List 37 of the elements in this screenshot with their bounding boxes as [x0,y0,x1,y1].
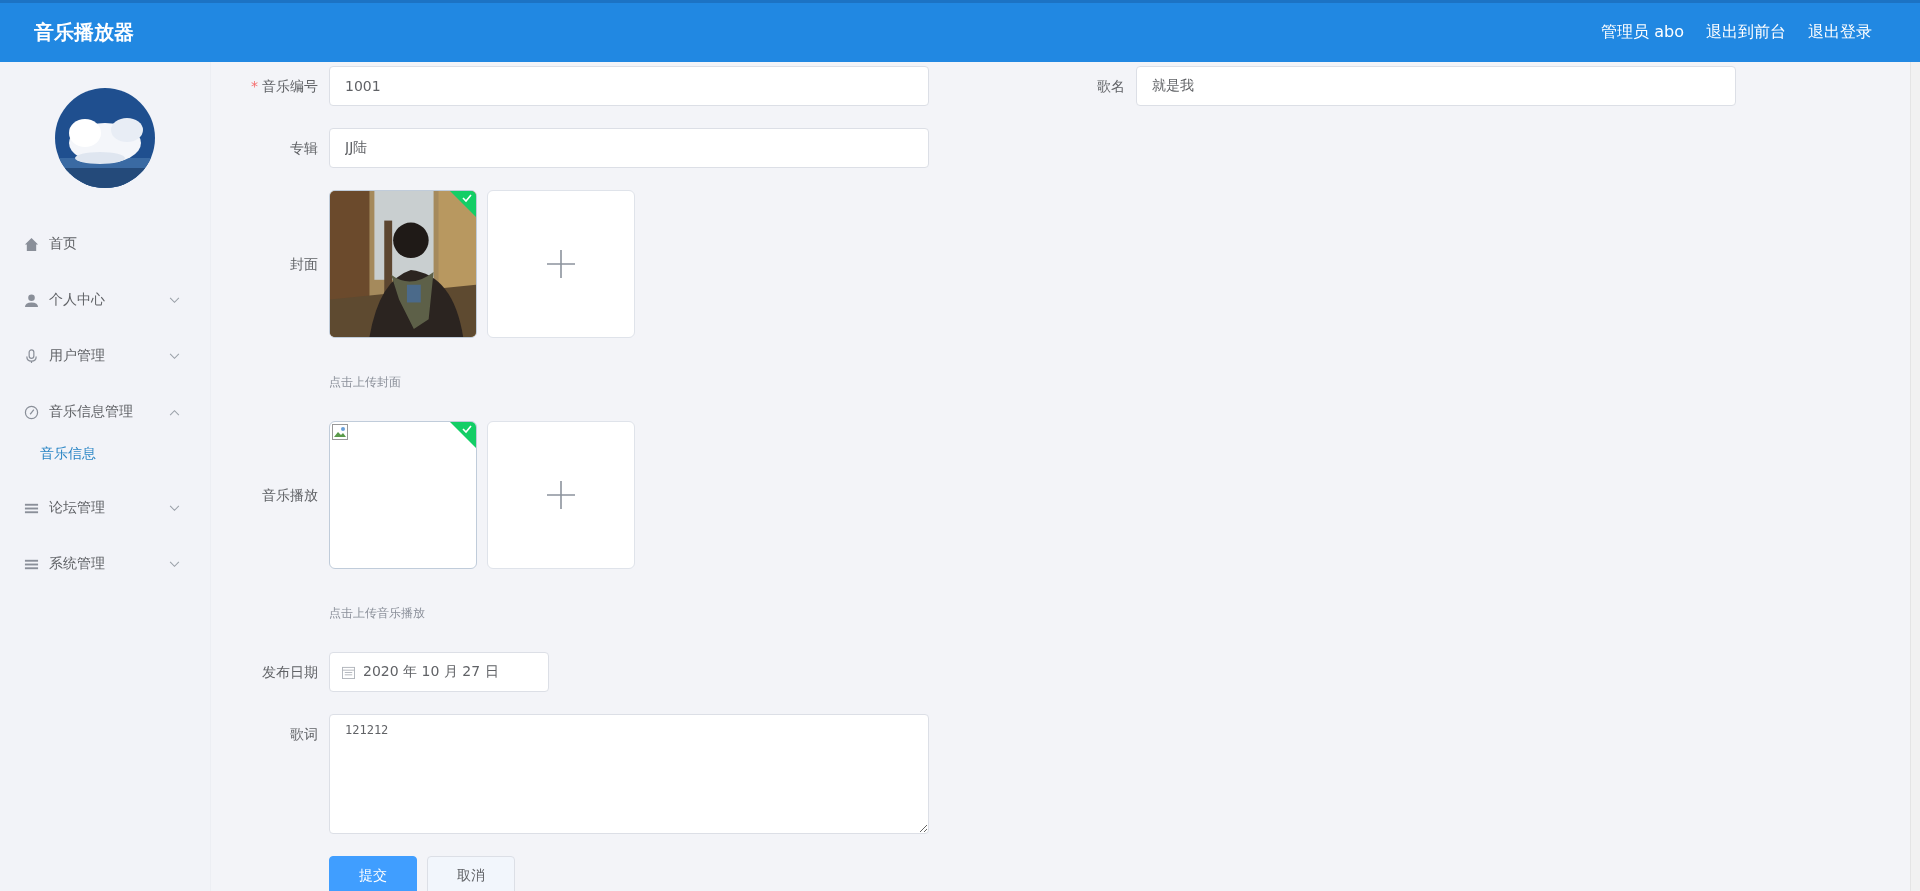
admin-name: 管理员 abo [1601,22,1684,43]
menu-item[interactable]: 首页 [0,216,210,272]
header-link[interactable]: 退出登录 [1808,22,1872,43]
input-field[interactable]: 就是我 [1136,66,1736,106]
user-icon [24,292,39,308]
field-label: 封面 [289,255,319,274]
menu-item[interactable]: 系统管理 [0,536,210,592]
input-field[interactable]: 1001 [329,66,929,106]
menu-item[interactable]: 用户管理 [0,328,210,384]
compass-icon [24,404,39,420]
required-mark: * [251,78,258,94]
app-title: 音乐播放器 [34,19,134,46]
upload-hint: 点击上传音乐播放 [329,605,425,622]
menu-item[interactable]: 论坛管理 [0,480,210,536]
lyrics-textarea[interactable]: 121212 [329,714,929,834]
field-label: 专辑 [289,139,319,158]
cancel-button[interactable]: 取消 [427,856,515,891]
field-label: 音乐播放 [261,486,319,505]
microphone-icon [24,348,39,364]
plus-icon [547,250,575,278]
field-label: 歌名 [1096,77,1126,96]
field-label: * 音乐编号 [250,77,319,96]
scrollbar[interactable] [1910,62,1920,891]
date-picker[interactable]: 2020 年 10 月 27 日 [329,652,549,692]
plus-icon [547,481,575,509]
uploaded-file[interactable] [329,421,477,569]
field-label: 发布日期 [261,663,319,682]
upload-button[interactable] [487,421,635,569]
input-field[interactable]: JJ陆 [329,128,929,168]
field-label: 歌词 [289,725,319,744]
upload-hint: 点击上传封面 [329,374,401,391]
calendar-icon [342,665,355,679]
header-link[interactable]: 退出到前台 [1706,22,1786,43]
broken-image-icon [332,424,348,440]
home-icon [24,236,39,252]
upload-button[interactable] [487,190,635,338]
menu-item[interactable]: 个人中心 [0,272,210,328]
